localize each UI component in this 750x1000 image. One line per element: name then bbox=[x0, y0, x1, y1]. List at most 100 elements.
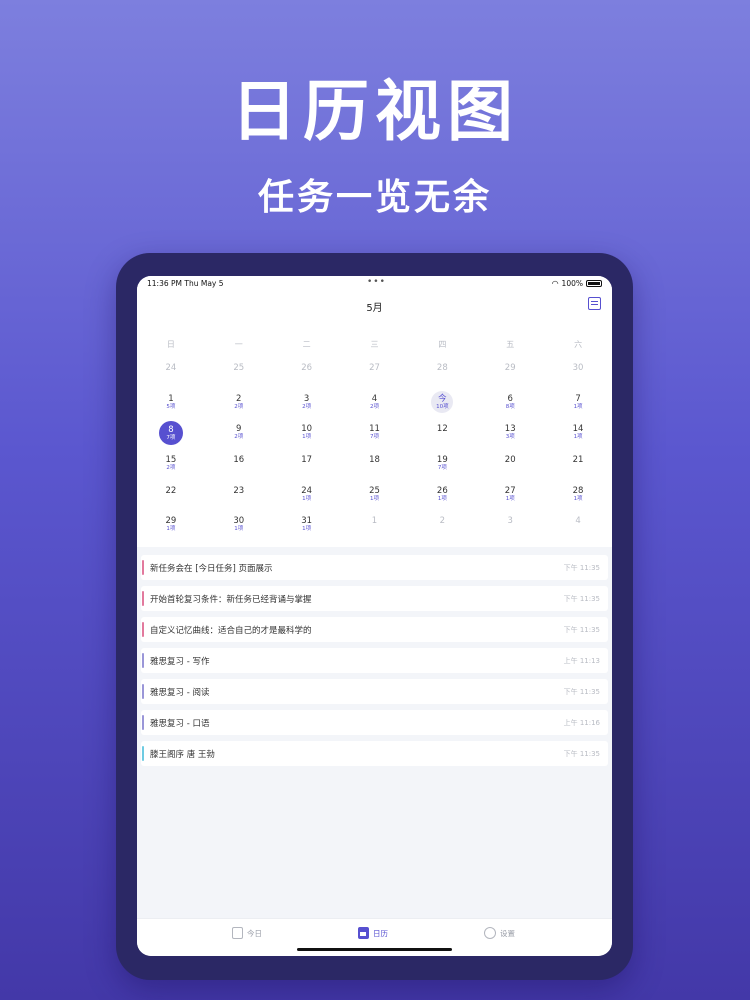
task-title: 新任务会在 [今日任务] 页面展示 bbox=[150, 563, 273, 574]
day-marker: 8 7项 bbox=[158, 421, 183, 446]
calendar-day[interactable]: 27 bbox=[341, 360, 409, 391]
calendar-day[interactable]: 24 bbox=[137, 360, 205, 391]
day-marker: 12 bbox=[431, 421, 453, 443]
filter-icon[interactable] bbox=[588, 297, 601, 310]
home-indicator[interactable] bbox=[297, 948, 452, 951]
tab-today[interactable]: 今日 bbox=[232, 927, 262, 939]
day-number: 27 bbox=[504, 485, 516, 496]
day-marker: 3 bbox=[499, 513, 521, 535]
day-task-count: 2项 bbox=[234, 434, 244, 441]
calendar-day[interactable]: 28 1项 bbox=[544, 483, 612, 514]
hero-title: 日历视图 bbox=[231, 73, 519, 150]
day-marker: 18 bbox=[363, 452, 385, 474]
day-number: 25 bbox=[369, 485, 380, 496]
weekday-label: 五 bbox=[506, 340, 515, 349]
tab-calendar[interactable]: 日历 bbox=[358, 927, 388, 939]
weekday-label: 三 bbox=[370, 340, 379, 349]
day-number: 20 bbox=[504, 454, 516, 465]
day-task-count: 1项 bbox=[573, 434, 583, 441]
calendar-day[interactable]: 7 1项 bbox=[544, 391, 612, 422]
calendar-day[interactable]: 8 7项 bbox=[137, 421, 205, 452]
calendar-day[interactable]: 17 bbox=[273, 452, 341, 483]
day-task-count: 1项 bbox=[302, 526, 312, 533]
day-task-count: 1项 bbox=[573, 403, 583, 410]
calendar-day[interactable]: 26 1项 bbox=[408, 483, 476, 514]
task-time: 上午 11:13 bbox=[563, 656, 600, 665]
calendar-day[interactable]: 30 bbox=[544, 360, 612, 391]
task-item[interactable]: 开始首轮复习条件：新任务已经背诵与掌握 下午 11:35 bbox=[141, 586, 608, 611]
calendar-day[interactable]: 6 8项 bbox=[476, 391, 544, 422]
task-item[interactable]: 雅思复习 - 阅读 下午 11:35 bbox=[141, 679, 608, 704]
task-time: 下午 11:35 bbox=[563, 687, 600, 696]
task-item[interactable]: 自定义记忆曲线：适合自己的才是最科学的 下午 11:35 bbox=[141, 617, 608, 642]
task-item[interactable]: 雅思复习 - 写作 上午 11:13 bbox=[141, 648, 608, 673]
calendar-day[interactable]: 3 2项 bbox=[273, 391, 341, 422]
calendar-day[interactable]: 27 1项 bbox=[476, 483, 544, 514]
day-number: 18 bbox=[369, 454, 380, 465]
calendar-day[interactable]: 10 1项 bbox=[273, 421, 341, 452]
month-title: 5月 bbox=[366, 303, 383, 314]
task-color-bar bbox=[142, 684, 144, 699]
calendar-day[interactable]: 16 bbox=[205, 452, 273, 483]
calendar-day[interactable]: 3 bbox=[476, 513, 544, 544]
calendar-day[interactable]: 2 2项 bbox=[205, 391, 273, 422]
weekday-row: 日一二三四五六 bbox=[137, 339, 612, 351]
task-item[interactable]: 滕王阁序 唐 王勃 下午 11:35 bbox=[141, 741, 608, 766]
day-marker: 1 bbox=[363, 513, 385, 535]
today-icon bbox=[232, 927, 243, 939]
day-number: 今 bbox=[438, 393, 447, 404]
day-number: 14 bbox=[572, 424, 584, 435]
calendar-day[interactable]: 14 1项 bbox=[544, 421, 612, 452]
day-marker: 14 1项 bbox=[567, 421, 589, 443]
calendar-grid: 24 25 26 27 28 29 30 1 5项 2 2项 3 2项 4 2项今 10项 6 8项 7 1项 8 7项 9… bbox=[137, 360, 612, 544]
day-marker: 21 bbox=[567, 452, 589, 474]
calendar-day[interactable]: 22 bbox=[137, 483, 205, 514]
task-color-bar bbox=[142, 591, 144, 606]
calendar-day[interactable]: 11 7项 bbox=[341, 421, 409, 452]
calendar-day[interactable]: 1 5项 bbox=[137, 391, 205, 422]
day-number: 27 bbox=[369, 363, 380, 373]
calendar-day[interactable]: 28 bbox=[408, 360, 476, 391]
day-task-count: 1项 bbox=[369, 495, 379, 502]
tab-settings[interactable]: 设置 bbox=[484, 927, 515, 939]
calendar-day[interactable]: 29 bbox=[476, 360, 544, 391]
calendar-day[interactable]: 1 bbox=[341, 513, 409, 544]
calendar-day[interactable]: 24 1项 bbox=[273, 483, 341, 514]
calendar-day[interactable]: 23 bbox=[205, 483, 273, 514]
wifi-icon: ◠ bbox=[551, 279, 559, 288]
calendar-day[interactable]: 19 7项 bbox=[408, 452, 476, 483]
calendar-day[interactable]: 今 10项 bbox=[408, 390, 476, 422]
multitask-dots-icon[interactable]: ••• bbox=[367, 277, 386, 287]
calendar-day[interactable]: 21 bbox=[544, 452, 612, 483]
weekday-label: 日 bbox=[166, 340, 175, 349]
calendar-day[interactable]: 25 1项 bbox=[341, 483, 409, 514]
calendar-day[interactable]: 25 bbox=[205, 360, 273, 391]
day-number: 26 bbox=[301, 363, 313, 373]
calendar-day[interactable]: 20 bbox=[476, 452, 544, 483]
calendar-day[interactable]: 29 1项 bbox=[137, 513, 205, 544]
calendar-day[interactable]: 2 bbox=[408, 513, 476, 544]
calendar-day[interactable]: 4 2项 bbox=[341, 391, 409, 422]
task-title: 雅思复习 - 阅读 bbox=[150, 687, 210, 698]
day-number: 30 bbox=[233, 516, 245, 527]
calendar-day[interactable]: 18 bbox=[341, 452, 409, 483]
day-marker: 20 bbox=[499, 452, 521, 474]
day-task-count: 1项 bbox=[234, 526, 244, 533]
calendar-day[interactable]: 31 1项 bbox=[273, 513, 341, 544]
day-marker: 30 bbox=[567, 360, 589, 382]
task-item[interactable]: 新任务会在 [今日任务] 页面展示 下午 11:35 bbox=[141, 555, 608, 580]
calendar-day[interactable]: 4 bbox=[544, 513, 612, 544]
day-marker: 13 3项 bbox=[499, 421, 521, 443]
day-task-count: 10项 bbox=[436, 403, 449, 410]
tab-today-label: 今日 bbox=[247, 928, 262, 938]
day-number: 10 bbox=[301, 424, 313, 435]
calendar-day[interactable]: 26 bbox=[273, 360, 341, 391]
day-marker: 1 5项 bbox=[160, 391, 182, 413]
calendar-day[interactable]: 13 3项 bbox=[476, 421, 544, 452]
calendar-day[interactable]: 15 2项 bbox=[137, 452, 205, 483]
calendar-day[interactable]: 12 bbox=[408, 421, 476, 452]
calendar-day[interactable]: 30 1项 bbox=[205, 513, 273, 544]
task-color-bar bbox=[142, 653, 144, 668]
calendar-day[interactable]: 9 2项 bbox=[205, 421, 273, 452]
task-item[interactable]: 雅思复习 - 口语 上午 11:16 bbox=[141, 710, 608, 735]
